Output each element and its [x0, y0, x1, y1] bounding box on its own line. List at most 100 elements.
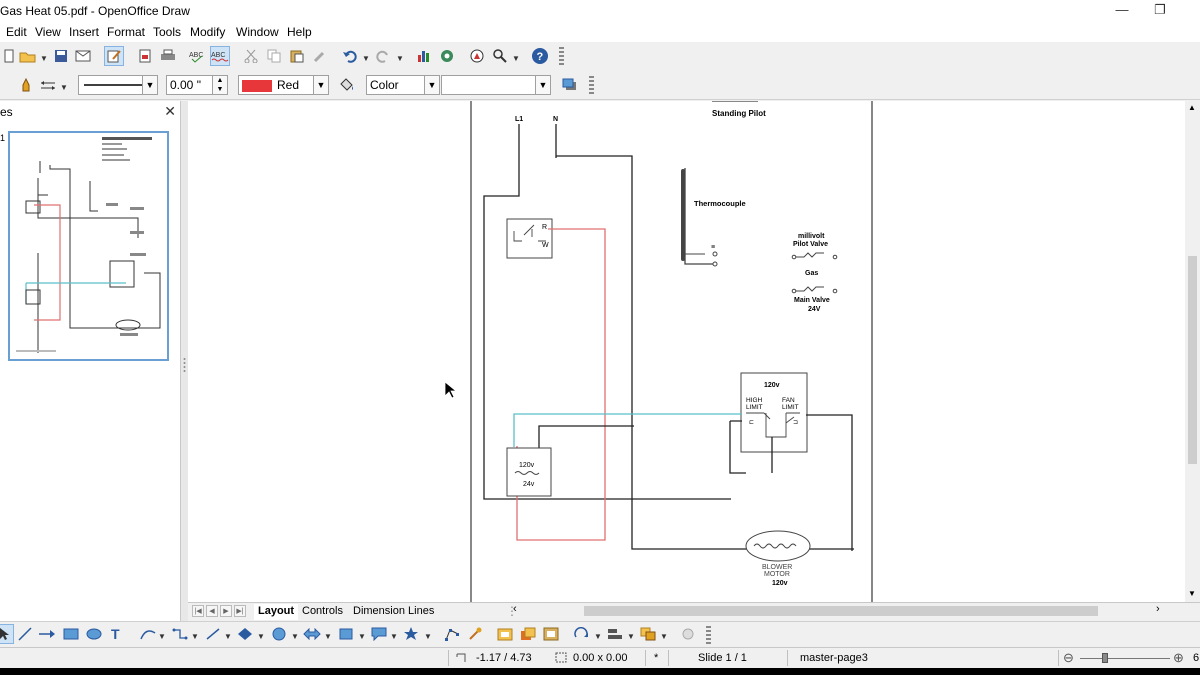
menu-window[interactable]: Window: [236, 25, 279, 39]
drawing-page[interactable]: Standing Pilot L1 N W R ≡ Thermocouple m…: [470, 101, 873, 602]
arrange-icon[interactable]: [638, 624, 658, 644]
flowchart-dropdown-icon[interactable]: ▼: [358, 632, 366, 641]
minimize-button[interactable]: —: [1112, 2, 1132, 18]
toolbar-grip[interactable]: [559, 47, 564, 67]
zoom-icon[interactable]: [490, 46, 510, 66]
zoom-dropdown-icon[interactable]: ▼: [512, 54, 520, 63]
ellipse-tool-icon[interactable]: [84, 624, 104, 644]
align-icon[interactable]: [605, 624, 625, 644]
connector-tool-icon[interactable]: [170, 624, 190, 644]
menu-edit[interactable]: Edit: [6, 25, 27, 39]
new-icon[interactable]: [0, 46, 20, 66]
symbol-shapes-dropdown-icon[interactable]: ▼: [291, 632, 299, 641]
rotate-dropdown-icon[interactable]: ▼: [594, 632, 602, 641]
menu-help[interactable]: Help: [287, 25, 312, 39]
area-style-dropdown-icon[interactable]: ▼: [424, 76, 439, 94]
curve-dropdown-icon[interactable]: ▼: [158, 632, 166, 641]
area-bucket-icon[interactable]: [337, 75, 357, 95]
lines-arrows-icon[interactable]: [203, 624, 223, 644]
clone-formatting-icon[interactable]: [310, 46, 330, 66]
redo-dropdown-icon[interactable]: ▼: [396, 54, 404, 63]
zoom-in-icon[interactable]: ⊕: [1173, 650, 1184, 666]
copy-icon[interactable]: [264, 46, 284, 66]
horizontal-scrollbar[interactable]: ‹ ›: [510, 602, 1170, 620]
prev-tab-icon[interactable]: ◀: [206, 605, 218, 617]
fontwork-icon[interactable]: [541, 624, 561, 644]
export-pdf-icon[interactable]: [135, 46, 155, 66]
points-icon[interactable]: [442, 624, 462, 644]
text-tool-icon[interactable]: T: [107, 624, 127, 644]
drawbar-grip[interactable]: [706, 626, 711, 646]
menu-view[interactable]: View: [35, 25, 61, 39]
line-color-select[interactable]: Red ▼: [238, 75, 329, 95]
zoom-slider[interactable]: [1080, 658, 1170, 659]
slide-thumbnail[interactable]: [8, 131, 169, 361]
block-arrows-icon[interactable]: [302, 624, 322, 644]
stars-dropdown-icon[interactable]: ▼: [424, 632, 432, 641]
close-icon[interactable]: ✕: [164, 103, 176, 120]
scroll-up-icon[interactable]: ▲: [1188, 103, 1196, 112]
area-value-dropdown-icon[interactable]: ▼: [535, 76, 550, 94]
basic-shapes-dropdown-icon[interactable]: ▼: [257, 632, 265, 641]
stars-icon[interactable]: [401, 624, 421, 644]
rotate-icon[interactable]: [571, 624, 591, 644]
arrow-line-tool-icon[interactable]: [37, 624, 57, 644]
horizontal-scroll-thumb[interactable]: [584, 606, 1098, 616]
gallery-draw-icon[interactable]: [518, 624, 538, 644]
basic-shapes-icon[interactable]: [235, 624, 255, 644]
scroll-down-icon[interactable]: ▼: [1188, 589, 1196, 598]
callouts-dropdown-icon[interactable]: ▼: [390, 632, 398, 641]
vertical-scroll-thumb[interactable]: [1188, 256, 1197, 464]
arrange-dropdown-icon[interactable]: ▼: [660, 632, 668, 641]
area-style-select[interactable]: Color ▼: [366, 75, 440, 95]
arrow-style-dropdown-icon[interactable]: ▼: [60, 83, 68, 92]
callouts-icon[interactable]: [369, 624, 389, 644]
spellcheck-icon[interactable]: ABC: [188, 46, 208, 66]
toolbar2-grip[interactable]: [589, 76, 594, 96]
line-tool-icon[interactable]: [15, 624, 35, 644]
print-icon[interactable]: [158, 46, 178, 66]
shadow-icon[interactable]: [560, 75, 580, 95]
lines-arrows-dropdown-icon[interactable]: ▼: [224, 632, 232, 641]
undo-dropdown-icon[interactable]: ▼: [362, 54, 370, 63]
paste-icon[interactable]: [287, 46, 307, 66]
line-width-spinner[interactable]: 0.00 " ▲ ▼: [166, 75, 228, 95]
email-icon[interactable]: [73, 46, 93, 66]
edit-file-icon[interactable]: [104, 46, 124, 66]
scroll-left-icon[interactable]: ‹: [513, 603, 517, 615]
symbol-shapes-icon[interactable]: [269, 624, 289, 644]
zoom-slider-handle[interactable]: [1102, 653, 1108, 663]
line-style-select[interactable]: ▼: [78, 75, 158, 95]
tab-controls[interactable]: Controls: [298, 604, 347, 620]
next-tab-icon[interactable]: ▶: [220, 605, 232, 617]
zoom-out-icon[interactable]: ⊖: [1063, 650, 1074, 666]
menu-insert[interactable]: Insert: [69, 25, 99, 39]
cut-icon[interactable]: [241, 46, 261, 66]
gallery-icon[interactable]: [437, 46, 457, 66]
connector-dropdown-icon[interactable]: ▼: [191, 632, 199, 641]
help-icon[interactable]: ?: [530, 46, 550, 66]
redo-icon[interactable]: [373, 46, 393, 66]
tab-layout[interactable]: Layout: [254, 604, 299, 620]
restore-button[interactable]: ❐: [1150, 2, 1170, 18]
chart-icon[interactable]: [414, 46, 434, 66]
glue-points-icon[interactable]: [465, 624, 485, 644]
spin-arrows-icon[interactable]: ▲ ▼: [212, 76, 227, 94]
block-arrows-dropdown-icon[interactable]: ▼: [324, 632, 332, 641]
drawing-canvas[interactable]: Standing Pilot L1 N W R ≡ Thermocouple m…: [188, 101, 1185, 602]
panel-splitter[interactable]: [181, 101, 188, 621]
last-tab-icon[interactable]: ▶|: [234, 605, 246, 617]
pencil-icon[interactable]: [16, 75, 36, 95]
save-icon[interactable]: [51, 46, 71, 66]
first-tab-icon[interactable]: |◀: [192, 605, 204, 617]
undo-icon[interactable]: [340, 46, 360, 66]
open-dropdown-icon[interactable]: ▼: [40, 54, 48, 63]
extrusion-icon[interactable]: [678, 624, 698, 644]
area-value-select[interactable]: ▼: [441, 75, 551, 95]
menu-format[interactable]: Format: [107, 25, 145, 39]
select-tool-icon[interactable]: [0, 624, 14, 644]
autospellcheck-icon[interactable]: ABC: [210, 46, 230, 66]
flowchart-icon[interactable]: [336, 624, 356, 644]
from-file-icon[interactable]: [495, 624, 515, 644]
rectangle-tool-icon[interactable]: [61, 624, 81, 644]
